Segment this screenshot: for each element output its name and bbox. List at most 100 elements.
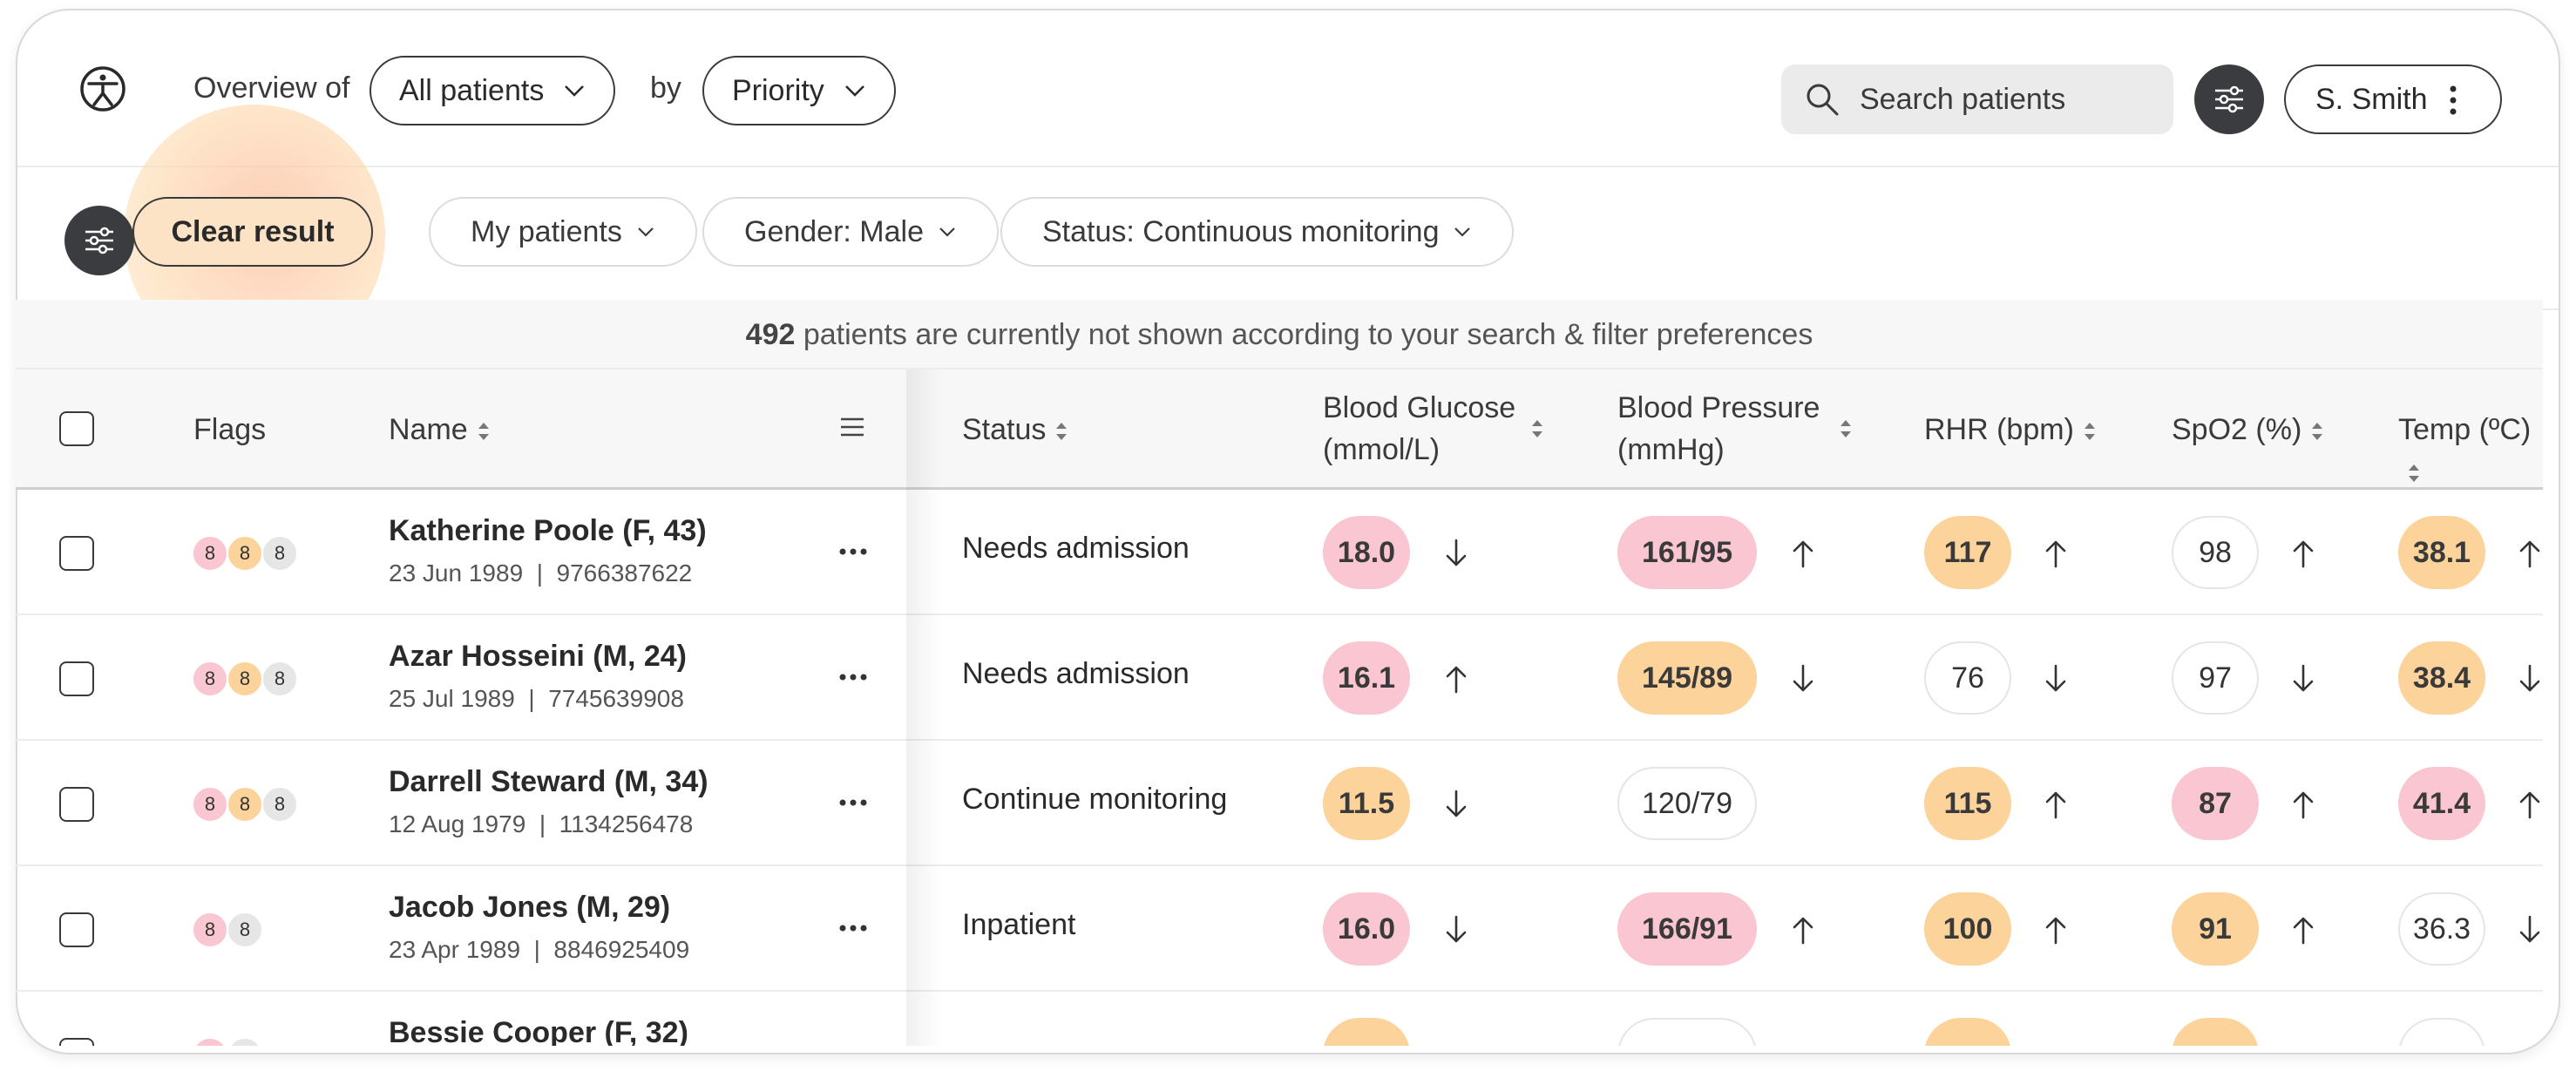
table-header: Flags Name Status Blood Glucose (mmol/L)… bbox=[16, 370, 2543, 490]
overview-label: Overview of bbox=[193, 71, 350, 105]
arrow-up-icon bbox=[2293, 917, 2314, 945]
header-rhr[interactable]: RHR (bpm) bbox=[1924, 409, 2097, 451]
patients-select[interactable]: All patients bbox=[369, 56, 616, 125]
row-checkbox[interactable] bbox=[59, 787, 94, 822]
header-blood-pressure[interactable]: Blood Pressure (mmHg) bbox=[1617, 387, 1851, 471]
row-checkbox[interactable] bbox=[59, 661, 94, 696]
chevron-down-icon bbox=[939, 227, 955, 237]
patient-name[interactable]: Bessie Cooper (F, 32) bbox=[389, 1016, 688, 1046]
pressure-value bbox=[1617, 1018, 1757, 1046]
header-pressure-line1: Blood Pressure bbox=[1617, 391, 1820, 424]
arrow-up-icon bbox=[2045, 540, 2066, 568]
filter-chip-gender[interactable]: Gender: Male bbox=[702, 197, 999, 267]
select-all-checkbox[interactable] bbox=[59, 411, 94, 446]
filter-chip-label: Gender: Male bbox=[744, 214, 924, 248]
sort-icon bbox=[1056, 423, 1068, 441]
flags-group: 88 bbox=[192, 1037, 263, 1046]
user-name: S. Smith bbox=[2315, 82, 2428, 116]
glucose-value: 18.0 bbox=[1323, 516, 1410, 589]
header-pressure-line2: (mmHg) bbox=[1617, 433, 1725, 466]
rhr-value: 76 bbox=[1924, 641, 2011, 715]
patient-name[interactable]: Jacob Jones (M, 29) bbox=[389, 891, 670, 925]
filter-chip-label: My patients bbox=[471, 214, 622, 248]
header-blood-glucose[interactable]: Blood Glucose (mmol/L) bbox=[1323, 387, 1542, 471]
spo2-value bbox=[2172, 1018, 2259, 1046]
pressure-value: 161/95 bbox=[1617, 516, 1757, 589]
by-label: by bbox=[650, 71, 681, 105]
header-status[interactable]: Status bbox=[962, 409, 1068, 451]
arrow-down-icon bbox=[2045, 664, 2066, 692]
header-temp[interactable]: Temp (ºC) bbox=[2398, 409, 2543, 492]
glucose-value: 16.1 bbox=[1323, 641, 1410, 715]
more-horizontal-icon[interactable] bbox=[838, 673, 868, 681]
table-row[interactable]: 8 8 8 Darrell Steward (M, 34) 12 Aug 1979 | … bbox=[16, 741, 2543, 866]
user-menu-button[interactable]: S. Smith bbox=[2284, 64, 2502, 134]
table-row[interactable]: 88 Bessie Cooper (F, 32) bbox=[16, 992, 2543, 1046]
patient-status: Continue monitoring bbox=[962, 783, 1228, 816]
row-checkbox[interactable] bbox=[59, 536, 94, 571]
accessibility-logo-icon[interactable] bbox=[78, 64, 127, 113]
header-name[interactable]: Name bbox=[389, 409, 491, 451]
header-status-label: Status bbox=[962, 413, 1047, 446]
flag-badge: 8 bbox=[261, 661, 298, 697]
pressure-value: 145/89 bbox=[1617, 641, 1757, 715]
spo2-value: 87 bbox=[2172, 767, 2259, 840]
filter-chip-label: Status: Continuous monitoring bbox=[1042, 214, 1440, 248]
flags-group: 888 bbox=[192, 661, 298, 697]
patients-select-value: All patients bbox=[399, 73, 545, 107]
patient-status: Needs admission bbox=[962, 657, 1190, 690]
flag-badge: 8 bbox=[192, 1037, 228, 1046]
more-horizontal-icon[interactable] bbox=[838, 547, 868, 556]
flag-badge: 8 bbox=[192, 661, 228, 697]
separator: | bbox=[525, 810, 559, 837]
chevron-down-icon bbox=[638, 227, 654, 237]
patient-id: 9766387622 bbox=[556, 559, 693, 586]
spo2-value: 98 bbox=[2172, 516, 2259, 589]
more-horizontal-icon[interactable] bbox=[838, 924, 868, 932]
filter-toggle-button[interactable] bbox=[64, 206, 134, 275]
row-checkbox[interactable] bbox=[59, 1038, 94, 1046]
kebab-icon bbox=[2450, 85, 2457, 115]
search-input[interactable]: Search patients bbox=[1781, 64, 2173, 134]
header-glucose-line2: (mmol/L) bbox=[1323, 433, 1441, 466]
patient-details: 25 Jul 1989 | 7745639908 bbox=[389, 685, 684, 713]
flags-group: 88 bbox=[192, 912, 263, 948]
arrow-up-icon bbox=[2519, 540, 2540, 568]
table-row[interactable]: 8 8 8 Azar Hosseini (M, 24) 25 Jul 1989 | 77… bbox=[16, 615, 2543, 741]
filter-chip-my-patients[interactable]: My patients bbox=[429, 197, 697, 267]
patient-name[interactable]: Darrell Steward (M, 34) bbox=[389, 765, 708, 799]
patient-dob: 12 Aug 1979 bbox=[389, 810, 526, 837]
patient-name[interactable]: Azar Hosseini (M, 24) bbox=[389, 640, 687, 674]
table-row[interactable]: 8 8 8 Katherine Poole (F, 43) 23 Jun 1989 | … bbox=[16, 490, 2543, 615]
separator: | bbox=[514, 685, 549, 712]
header-spo2[interactable]: SpO2 (%) bbox=[2172, 409, 2324, 451]
patient-details: 12 Aug 1979 | 1134256478 bbox=[389, 810, 693, 838]
more-horizontal-icon[interactable] bbox=[838, 798, 868, 807]
clear-result-button[interactable]: Clear result bbox=[132, 197, 373, 267]
arrow-down-icon bbox=[2293, 664, 2314, 692]
hidden-text: patients are currently not shown accordi… bbox=[803, 318, 1813, 351]
arrow-up-icon bbox=[2293, 791, 2314, 819]
filter-chip-status[interactable]: Status: Continuous monitoring bbox=[1000, 197, 1515, 267]
sort-select[interactable]: Priority bbox=[702, 56, 896, 125]
flag-badge: 8 bbox=[227, 912, 263, 948]
flags-group: 888 bbox=[192, 786, 298, 823]
settings-sliders-button[interactable] bbox=[2194, 64, 2264, 134]
chevron-down-icon bbox=[844, 85, 864, 97]
patients-table: Flags Name Status Blood Glucose (mmol/L)… bbox=[16, 370, 2543, 1046]
sort-icon bbox=[1840, 420, 1851, 437]
patient-dob: 25 Jul 1989 bbox=[389, 685, 515, 712]
flag-badge: 8 bbox=[227, 661, 263, 697]
table-row[interactable]: 8 8 Jacob Jones (M, 29) 23 Apr 1989 | 88469… bbox=[16, 866, 2543, 992]
flag-badge: 8 bbox=[227, 1037, 263, 1046]
sort-icon bbox=[2409, 464, 2419, 483]
list-icon[interactable] bbox=[838, 413, 866, 441]
arrow-down-icon bbox=[2519, 915, 2540, 943]
header-glucose-line1: Blood Glucose bbox=[1323, 391, 1516, 424]
patient-name[interactable]: Katherine Poole (F, 43) bbox=[389, 514, 707, 548]
arrow-up-icon bbox=[2519, 791, 2540, 819]
flag-badge: 8 bbox=[192, 786, 228, 823]
sliders-icon bbox=[2215, 85, 2243, 113]
arrow-up-icon bbox=[1446, 666, 1467, 694]
row-checkbox[interactable] bbox=[59, 912, 94, 947]
